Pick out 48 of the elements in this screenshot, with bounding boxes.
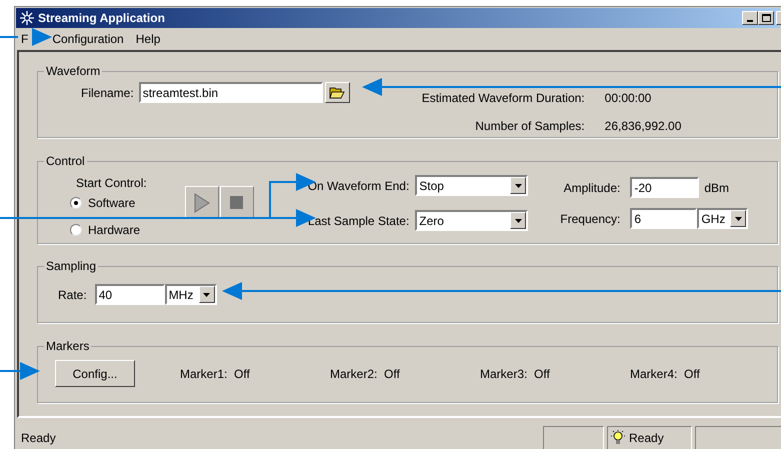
status-message: Ready (21, 430, 57, 447)
group-title: Markers (45, 338, 90, 355)
frequency-field[interactable]: 6 (630, 208, 698, 229)
radio-label[interactable]: Hardware (88, 221, 140, 239)
rate-field[interactable]: 40 (94, 284, 165, 305)
info-value: 00:00:00 (604, 90, 652, 107)
minimize-button[interactable] (742, 11, 758, 25)
end-action-dropdown[interactable]: Stop (415, 175, 528, 196)
radio-button[interactable] (70, 224, 82, 236)
open-folder-button[interactable] (324, 82, 350, 103)
config-button[interactable]: Config... (55, 360, 135, 387)
callout-arrow (0, 362, 40, 380)
maximize-button[interactable] (758, 11, 774, 25)
radio-label[interactable]: Software (88, 194, 136, 212)
play-button[interactable] (184, 186, 219, 219)
menu-item[interactable]: F (21, 30, 28, 48)
play-icon (194, 192, 210, 212)
group-title: Control (45, 153, 86, 170)
filename-field[interactable]: streamtest.bin (138, 82, 323, 103)
status-pane: Ready (607, 426, 692, 449)
field-label: Rate: (58, 286, 87, 304)
radio-button[interactable] (70, 197, 82, 209)
unit-dropdown[interactable]: MHz (164, 284, 217, 305)
marker-status: Marker1: Off (180, 366, 250, 382)
field-label: Amplitude: (562, 180, 620, 196)
stop-button[interactable] (220, 186, 254, 219)
window-title: Streaming Application (38, 10, 165, 27)
field-label: Start Control: (76, 175, 147, 192)
field-label: Filename: (81, 84, 134, 102)
info-label: Estimated Waveform Duration: (422, 90, 585, 107)
group-title: Waveform (45, 63, 102, 80)
field-label: Frequency: (560, 210, 620, 228)
marker-status: Marker2: Off (330, 366, 400, 382)
marker-status: Marker4: Off (630, 366, 700, 382)
starburst-icon (19, 10, 35, 26)
callout-arrow (0, 28, 52, 46)
unit-dropdown[interactable]: GHz (697, 208, 748, 229)
info-label: Number of Samples: (474, 118, 585, 135)
group-title: Sampling (45, 258, 98, 275)
light-bulb-icon (611, 430, 625, 446)
unit-label: dBm (704, 180, 730, 196)
menu-item[interactable]: Help (136, 30, 160, 48)
info-value: 26,836,992.00 (604, 118, 682, 135)
sample-state-dropdown[interactable]: Zero (415, 210, 528, 231)
amplitude-field[interactable]: -20 (630, 177, 700, 198)
marker-status: Marker3: Off (480, 366, 550, 382)
folder-icon (329, 86, 346, 99)
menu-item[interactable]: Configuration (52, 30, 124, 48)
